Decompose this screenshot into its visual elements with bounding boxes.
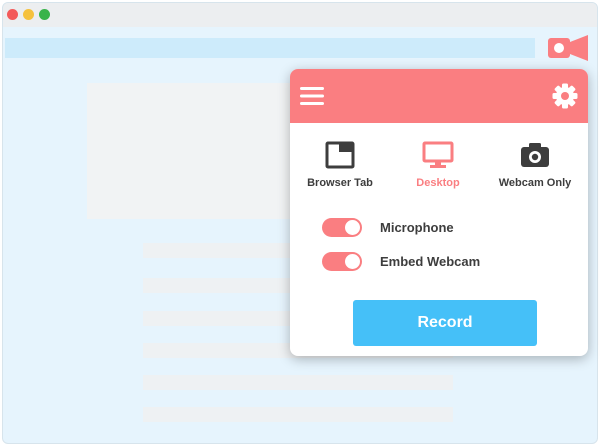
mode-label: Desktop (416, 177, 460, 189)
mode-webcam-only[interactable]: Webcam Only (487, 141, 583, 197)
content-placeholder-line (143, 407, 453, 422)
toggle-knob (345, 254, 360, 269)
gear-icon[interactable] (552, 83, 578, 109)
mode-label: Browser Tab (307, 177, 373, 189)
desktop-icon (422, 141, 454, 168)
record-button[interactable]: Record (353, 300, 537, 346)
mode-browser-tab[interactable]: Browser Tab (292, 141, 388, 197)
close-window-button[interactable] (7, 9, 18, 20)
embed-webcam-label: Embed Webcam (380, 254, 481, 269)
mode-label: Webcam Only (498, 177, 572, 189)
microphone-toggle[interactable] (322, 218, 362, 237)
microphone-label: Microphone (380, 220, 454, 235)
title-bar (3, 3, 597, 27)
browser-tab-icon (325, 141, 355, 169)
toggle-knob (345, 220, 360, 235)
content-placeholder-line (143, 375, 453, 390)
hamburger-menu-icon[interactable] (300, 85, 324, 107)
camera-icon (521, 143, 549, 167)
embed-webcam-toggle[interactable] (322, 252, 362, 271)
popup-header (290, 69, 588, 123)
content-placeholder-image (87, 83, 297, 219)
address-bar[interactable] (5, 38, 535, 58)
screen-recorder-extension-icon[interactable] (544, 32, 590, 64)
mode-desktop[interactable]: Desktop (390, 141, 486, 197)
minimize-window-button[interactable] (23, 9, 34, 20)
maximize-window-button[interactable] (39, 9, 50, 20)
recorder-popup: Browser Tab Desktop Webcam Only Micropho… (290, 69, 588, 356)
